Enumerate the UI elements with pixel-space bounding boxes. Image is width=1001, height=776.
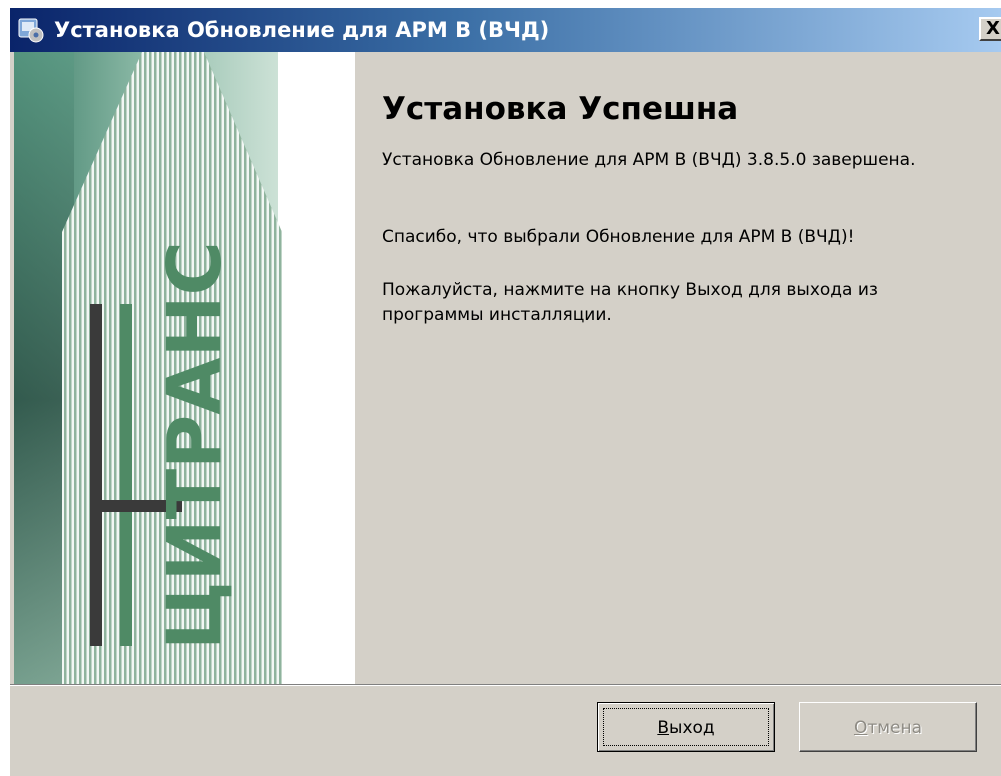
focus-rect: Выход — [603, 708, 769, 746]
exit-label: ыход — [669, 718, 715, 738]
cancel-button[interactable]: Отмена — [799, 702, 977, 752]
title-bar[interactable]: Установка Обновление для АРМ В (ВЧД) X — [10, 8, 1001, 52]
installer-window: Установка Обновление для АРМ В (ВЧД) X Ц… — [10, 8, 1001, 776]
logo-bar — [90, 304, 102, 646]
cancel-mnemonic: О — [853, 718, 868, 738]
page-heading: Установка Успешна — [382, 91, 739, 127]
thanks-message: Спасибо, что выбрали Обновление для АРМ … — [382, 227, 855, 247]
close-icon: X — [986, 18, 1000, 39]
button-separator — [10, 684, 1001, 686]
close-button[interactable]: X — [979, 17, 1001, 41]
exit-instruction: Пожалуйста, нажмите на кнопку Выход для … — [382, 280, 878, 325]
side-banner: ЦИТРАНС — [14, 52, 355, 684]
completion-message: Установка Обновление для АРМ В (ВЧД) 3.8… — [382, 150, 916, 170]
logo-bar — [120, 304, 132, 646]
exit-button[interactable]: Выход — [597, 702, 775, 752]
content-area: Установка Успешна Установка Обновление д… — [382, 90, 982, 325]
logo-text: ЦИТРАНС — [152, 241, 238, 650]
window-title: Установка Обновление для АРМ В (ВЧД) — [54, 18, 550, 42]
exit-mnemonic: В — [657, 718, 670, 738]
side-banner-image: ЦИТРАНС — [14, 52, 355, 684]
cancel-label: тмена — [867, 718, 923, 738]
installer-app-icon — [18, 17, 44, 43]
